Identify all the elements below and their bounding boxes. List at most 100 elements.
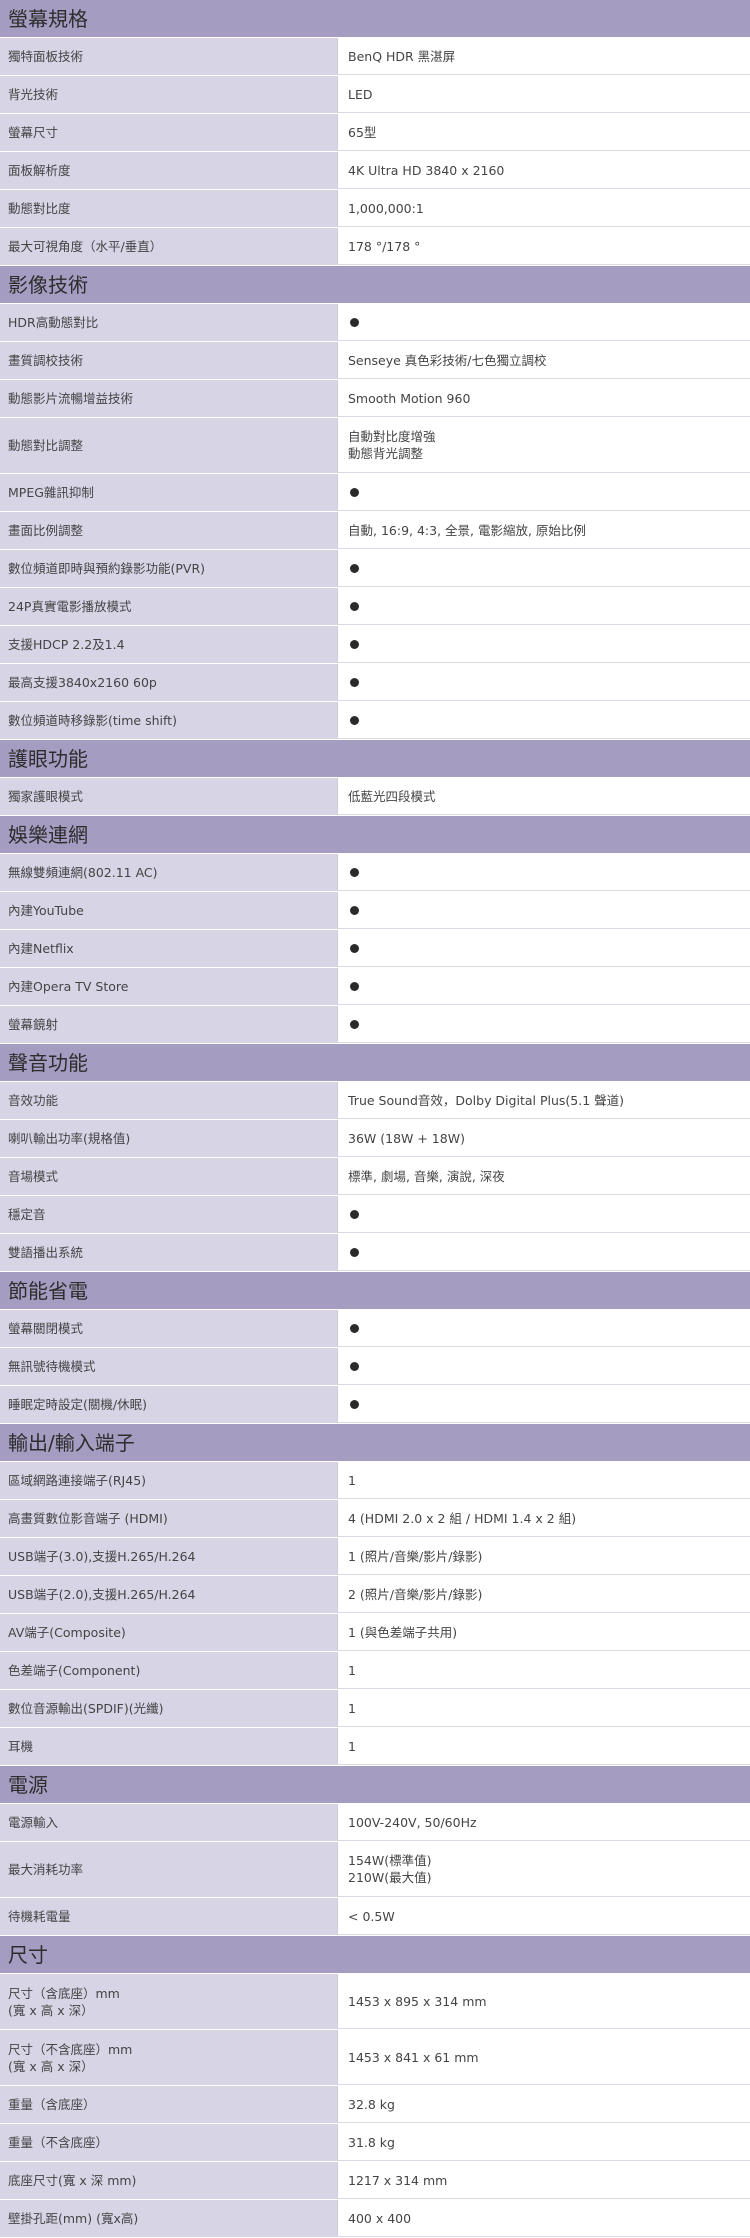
spec-value xyxy=(337,1234,750,1271)
spec-label: 尺寸（不含底座）mm (寬 x 高 x 深） xyxy=(0,2030,337,2085)
spec-value xyxy=(337,1310,750,1347)
spec-label: 穩定音 xyxy=(0,1196,337,1233)
spec-label-line: 高畫質數位影音端子 (HDMI) xyxy=(8,1511,168,1526)
spec-value: 32.8 kg xyxy=(337,2086,750,2123)
spec-label: 無訊號待機模式 xyxy=(0,1348,337,1385)
spec-value-line: 1 xyxy=(348,1662,356,1678)
spec-value-line: 154W(標準值) xyxy=(348,1853,432,1868)
spec-label: 壁掛孔距(mm) (寬x高) xyxy=(0,2200,337,2237)
spec-row: 雙語播出系統 xyxy=(0,1234,750,1272)
spec-row: 最高支援3840x2160 60p xyxy=(0,664,750,702)
spec-label: MPEG雜訊抑制 xyxy=(0,474,337,511)
spec-label: 數位音源輸出(SPDIF)(光纖) xyxy=(0,1690,337,1727)
spec-label: 獨特面板技術 xyxy=(0,38,337,75)
spec-row: USB端子(2.0),支援H.265/H.264 2 (照片/音樂/影片/錄影) xyxy=(0,1576,750,1614)
spec-value-line: True Sound音效，Dolby Digital Plus(5.1 聲道) xyxy=(348,1092,625,1108)
spec-label-line: 支援HDCP 2.2及1.4 xyxy=(8,637,125,652)
spec-label-line: 睡眠定時設定(關機/休眠) xyxy=(8,1397,147,1412)
spec-value xyxy=(337,626,750,663)
spec-value-line: 31.8 kg xyxy=(348,2134,395,2150)
supported-indicator xyxy=(348,636,750,653)
spec-label: 內建Opera TV Store xyxy=(0,968,337,1005)
spec-label: 數位頻道即時與預約錄影功能(PVR) xyxy=(0,550,337,587)
spec-label-line: 螢幕尺寸 xyxy=(8,125,59,140)
spec-value: 1453 x 895 x 314 mm xyxy=(337,1974,750,2029)
spec-label: 睡眠定時設定(關機/休眠) xyxy=(0,1386,337,1423)
section-header: 電源 xyxy=(0,1766,750,1804)
spec-label: 最大消耗功率 xyxy=(0,1842,337,1897)
spec-value: Smooth Motion 960 xyxy=(337,380,750,417)
spec-value-line: < 0.5W xyxy=(348,1908,395,1924)
spec-value xyxy=(337,550,750,587)
spec-table: 螢幕規格 獨特面板技術 BenQ HDR 黑湛屏 背光技術 LED 螢幕尺寸 65型 面板解析… xyxy=(0,0,750,2238)
spec-label-line: 螢幕關閉模式 xyxy=(8,1321,84,1336)
supported-indicator xyxy=(348,712,750,729)
spec-value-line: Smooth Motion 960 xyxy=(348,390,471,406)
spec-label: 電源輸入 xyxy=(0,1804,337,1841)
supported-indicator xyxy=(348,598,750,615)
spec-value: 1453 x 841 x 61 mm xyxy=(337,2030,750,2085)
spec-label-line: 尺寸（含底座）mm xyxy=(8,1985,120,2001)
spec-label-line: USB端子(3.0),支援H.265/H.264 xyxy=(8,1549,196,1564)
spec-label: 畫質調校技術 xyxy=(0,342,337,379)
bullet-dot-icon xyxy=(350,487,359,497)
spec-row: 獨家護眼模式 低藍光四段模式 xyxy=(0,778,750,816)
spec-row: HDR高動態對比 xyxy=(0,304,750,342)
spec-value xyxy=(337,588,750,625)
spec-row: 底座尺寸(寬 x 深 mm) 1217 x 314 mm xyxy=(0,2162,750,2200)
spec-row: 動態影片流暢增益技術 Smooth Motion 960 xyxy=(0,380,750,418)
bullet-dot-icon xyxy=(350,1247,359,1257)
spec-value-line: 1 (與色差端子共用) xyxy=(348,1624,458,1640)
spec-label: AV端子(Composite) xyxy=(0,1614,337,1651)
spec-row: AV端子(Composite) 1 (與色差端子共用) xyxy=(0,1614,750,1652)
spec-value xyxy=(337,304,750,341)
spec-label: 螢幕關閉模式 xyxy=(0,1310,337,1347)
spec-label: 獨家護眼模式 xyxy=(0,778,337,815)
spec-value: 1 xyxy=(337,1652,750,1689)
spec-label: 底座尺寸(寬 x 深 mm) xyxy=(0,2162,337,2199)
bullet-dot-icon xyxy=(350,981,359,991)
spec-value-line: 65型 xyxy=(348,124,377,140)
spec-label-line: 螢幕鏡射 xyxy=(8,1017,59,1032)
bullet-dot-icon xyxy=(350,601,359,611)
spec-label: 數位頻道時移錄影(time shift) xyxy=(0,702,337,739)
spec-label-line: (寬 x 高 x 深） xyxy=(8,2002,94,2018)
supported-indicator xyxy=(348,1244,750,1261)
spec-value: < 0.5W xyxy=(337,1898,750,1935)
spec-value: 低藍光四段模式 xyxy=(337,778,750,815)
spec-label-line: 雙語播出系統 xyxy=(8,1245,84,1260)
spec-label-line: HDR高動態對比 xyxy=(8,315,99,330)
spec-value: 154W(標準值) 210W(最大值) xyxy=(337,1842,750,1897)
spec-row: 音效功能 True Sound音效，Dolby Digital Plus(5.1 … xyxy=(0,1082,750,1120)
spec-label-line: 底座尺寸(寬 x 深 mm) xyxy=(8,2173,137,2188)
bullet-dot-icon xyxy=(350,1361,359,1371)
bullet-dot-icon xyxy=(350,1323,359,1333)
spec-label-line: 背光技術 xyxy=(8,87,59,102)
spec-label-line: AV端子(Composite) xyxy=(8,1625,126,1640)
spec-label: 動態影片流暢增益技術 xyxy=(0,380,337,417)
spec-label-line: 喇叭輸出功率(規格值) xyxy=(8,1131,131,1146)
spec-row: 喇叭輸出功率(規格值) 36W (18W + 18W) xyxy=(0,1120,750,1158)
spec-label: 重量（不含底座） xyxy=(0,2124,337,2161)
supported-indicator xyxy=(348,674,750,691)
spec-value: BenQ HDR 黑湛屏 xyxy=(337,38,750,75)
spec-value-line: Senseye 真色彩技術/七色獨立調校 xyxy=(348,352,547,368)
spec-value-line: 1 xyxy=(348,1472,356,1488)
spec-value-line: 1217 x 314 mm xyxy=(348,2172,448,2188)
spec-value-line: 自動對比度增強 xyxy=(348,429,436,444)
spec-value: 31.8 kg xyxy=(337,2124,750,2161)
section-header: 節能省電 xyxy=(0,1272,750,1310)
spec-row: 尺寸（不含底座）mm (寬 x 高 x 深） 1453 x 841 x 61 mm xyxy=(0,2030,750,2086)
section-header: 螢幕規格 xyxy=(0,0,750,38)
spec-label: 待機耗電量 xyxy=(0,1898,337,1935)
spec-label: 畫面比例調整 xyxy=(0,512,337,549)
spec-row: 畫質調校技術 Senseye 真色彩技術/七色獨立調校 xyxy=(0,342,750,380)
spec-label: 動態對比度 xyxy=(0,190,337,227)
spec-value: 4K Ultra HD 3840 x 2160 xyxy=(337,152,750,189)
spec-value: 1 xyxy=(337,1690,750,1727)
bullet-dot-icon xyxy=(350,943,359,953)
section-header: 影像技術 xyxy=(0,266,750,304)
spec-label-line: USB端子(2.0),支援H.265/H.264 xyxy=(8,1587,196,1602)
spec-label-line: 數位頻道時移錄影(time shift) xyxy=(8,713,177,728)
spec-value: 1217 x 314 mm xyxy=(337,2162,750,2199)
